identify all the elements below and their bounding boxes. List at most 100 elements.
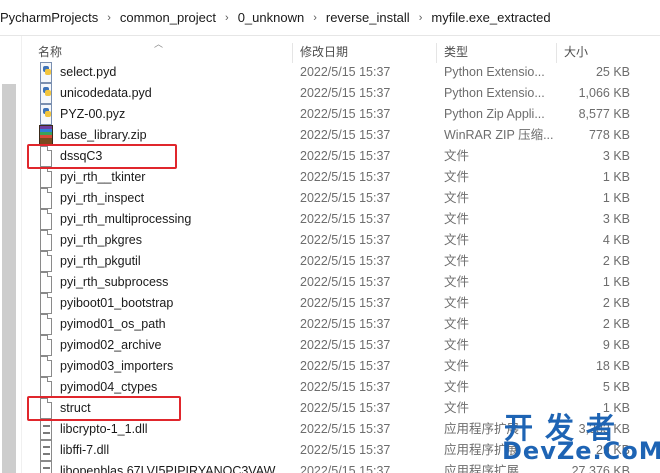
file-size: 3 KB <box>602 212 630 226</box>
file-type: Python Zip Appli... <box>444 107 545 121</box>
file-row[interactable]: pyi_rth_pkgutil 2022/5/15 15:37 文件 2 KB <box>24 251 660 272</box>
file-name: pyi_rth_pkgres <box>60 233 142 247</box>
blank-file-icon <box>40 314 52 335</box>
blank-file-icon <box>40 356 52 377</box>
file-modified-date: 2022/5/15 15:37 <box>300 128 391 142</box>
file-row[interactable]: pyi_rth_multiprocessing 2022/5/15 15:37 文件… <box>24 209 660 230</box>
breadcrumb-item[interactable]: PycharmProjects <box>0 10 98 25</box>
column-divider[interactable] <box>292 43 293 63</box>
file-row[interactable]: PYZ-00.pyz 2022/5/15 15:37 Python Zip Appl… <box>24 104 660 125</box>
python-extension-icon <box>40 62 52 83</box>
blank-file-icon <box>40 293 52 314</box>
file-modified-date: 2022/5/15 15:37 <box>300 233 391 247</box>
file-row[interactable]: pyi_rth_subprocess 2022/5/15 15:37 文件 1 KB <box>24 272 660 293</box>
column-header-type[interactable]: 类型 <box>444 40 468 64</box>
file-name: pyi_rth_subprocess <box>60 275 169 289</box>
file-modified-date: 2022/5/15 15:37 <box>300 149 391 163</box>
breadcrumb-item[interactable]: reverse_install <box>326 10 410 25</box>
file-type: 文件 <box>444 317 470 331</box>
breadcrumb-item[interactable]: 0_unknown <box>238 10 305 25</box>
file-row[interactable]: pyimod01_os_path 2022/5/15 15:37 文件 2 KB <box>24 314 660 335</box>
chevron-right-icon[interactable]: › <box>419 12 423 24</box>
file-row[interactable]: unicodedata.pyd 2022/5/15 15:37 Python Ext… <box>24 83 660 104</box>
blank-file-icon <box>40 377 52 398</box>
navigation-pane[interactable] <box>0 36 22 473</box>
breadcrumb-item[interactable]: common_project <box>120 10 216 25</box>
file-type: 文件 <box>444 254 470 268</box>
file-modified-date: 2022/5/15 15:37 <box>300 86 391 100</box>
file-name: pyi_rth_pkgutil <box>60 254 141 268</box>
file-type: 文件 <box>444 233 470 247</box>
dll-file-icon <box>40 440 52 461</box>
file-name: base_library.zip <box>60 128 147 142</box>
file-name: pyimod02_archive <box>60 338 162 352</box>
file-name: pyimod01_os_path <box>60 317 166 331</box>
file-type: 文件 <box>444 359 470 373</box>
file-row[interactable]: pyi_rth__tkinter 2022/5/15 15:37 文件 1 KB <box>24 167 660 188</box>
chevron-right-icon[interactable]: › <box>225 12 229 24</box>
file-size: 1 KB <box>602 170 630 184</box>
file-name: libopenblas.67LVI5PIPIRYANOC3VAW... <box>60 464 286 473</box>
file-type: 文件 <box>444 296 470 310</box>
file-size: 1 KB <box>602 191 630 205</box>
file-type: 文件 <box>444 401 470 415</box>
file-size: 5 KB <box>602 380 630 394</box>
file-size: 8,577 KB <box>578 107 630 121</box>
file-row[interactable]: pyimod04_ctypes 2022/5/15 15:37 文件 5 KB <box>24 377 660 398</box>
python-extension-icon <box>40 83 52 104</box>
file-size: 1 KB <box>602 275 630 289</box>
column-divider[interactable] <box>436 43 437 63</box>
file-row[interactable]: pyimod02_archive 2022/5/15 15:37 文件 9 KB <box>24 335 660 356</box>
file-size: 9 KB <box>602 338 630 352</box>
blank-file-icon <box>40 188 52 209</box>
navigation-pane-scrollbar[interactable] <box>2 84 16 473</box>
file-name: libffi-7.dll <box>60 443 110 457</box>
blank-file-icon <box>40 251 52 272</box>
file-size: 2 KB <box>602 254 630 268</box>
blank-file-icon <box>40 272 52 293</box>
file-row[interactable]: pyimod03_importers 2022/5/15 15:37 文件 18 KB <box>24 356 660 377</box>
file-name: pyi_rth_multiprocessing <box>60 212 192 226</box>
highlight-box <box>27 396 181 421</box>
file-name: unicodedata.pyd <box>60 86 152 100</box>
file-modified-date: 2022/5/15 15:37 <box>300 359 391 373</box>
breadcrumb-item[interactable]: myfile.exe_extracted <box>431 10 550 25</box>
file-modified-date: 2022/5/15 15:37 <box>300 191 391 205</box>
blank-file-icon <box>40 230 52 251</box>
file-type: 文件 <box>444 170 470 184</box>
watermark-logo: 开发者 DevZe.CoM <box>498 405 660 473</box>
file-modified-date: 2022/5/15 15:37 <box>300 275 391 289</box>
file-name: pyimod04_ctypes <box>60 380 158 394</box>
file-type: 文件 <box>444 149 470 163</box>
file-size: 4 KB <box>602 233 630 247</box>
file-row[interactable]: pyi_rth_pkgres 2022/5/15 15:37 文件 4 KB <box>24 230 660 251</box>
file-modified-date: 2022/5/15 15:37 <box>300 338 391 352</box>
file-modified-date: 2022/5/15 15:37 <box>300 254 391 268</box>
file-row[interactable]: select.pyd 2022/5/15 15:37 Python Extensio… <box>24 62 660 83</box>
column-header-modified[interactable]: 修改日期 <box>300 40 348 64</box>
dll-file-icon <box>40 461 52 473</box>
file-modified-date: 2022/5/15 15:37 <box>300 464 391 473</box>
chevron-right-icon[interactable]: › <box>107 12 111 24</box>
file-name: pyi_rth_inspect <box>60 191 145 205</box>
chevron-right-icon[interactable]: › <box>313 12 317 24</box>
file-row[interactable]: pyi_rth_inspect 2022/5/15 15:37 文件 1 KB <box>24 188 660 209</box>
file-size: 3 KB <box>602 149 630 163</box>
file-modified-date: 2022/5/15 15:37 <box>300 422 391 436</box>
file-type: 文件 <box>444 191 470 205</box>
file-modified-date: 2022/5/15 15:37 <box>300 401 391 415</box>
column-divider[interactable] <box>556 43 557 63</box>
column-header-name[interactable]: 名称 <box>38 40 62 64</box>
blank-file-icon <box>40 335 52 356</box>
file-name: libcrypto-1_1.dll <box>60 422 148 436</box>
column-header-size[interactable]: 大小 <box>564 40 588 64</box>
file-type: WinRAR ZIP 压缩... <box>444 128 554 142</box>
file-modified-date: 2022/5/15 15:37 <box>300 65 391 79</box>
file-size: 18 KB <box>595 359 630 373</box>
file-row[interactable]: pyiboot01_bootstrap 2022/5/15 15:37 文件 2 KB <box>24 293 660 314</box>
file-row[interactable]: base_library.zip 2022/5/15 15:37 WinRAR ZI… <box>24 125 660 146</box>
file-type: 文件 <box>444 275 470 289</box>
breadcrumb: PycharmProjects › common_project › 0_unknown… <box>0 10 551 25</box>
address-bar[interactable]: PycharmProjects › common_project › 0_unknown… <box>0 0 660 36</box>
file-type: Python Extensio... <box>444 86 545 100</box>
